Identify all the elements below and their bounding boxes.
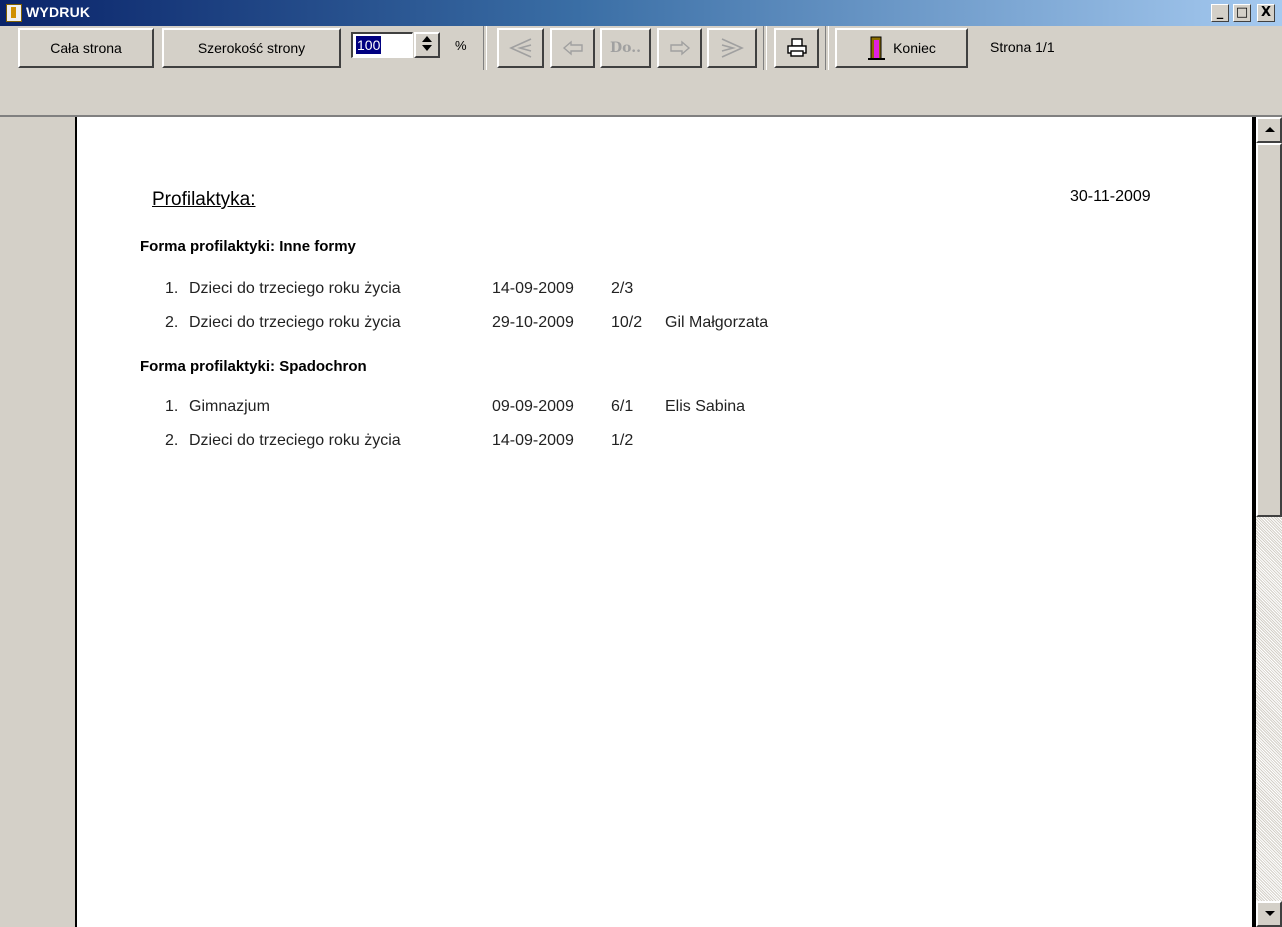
preview-margin bbox=[0, 117, 75, 927]
toolbar-separator bbox=[825, 26, 829, 70]
row-date: 14-09-2009 bbox=[492, 280, 574, 297]
vertical-scrollbar[interactable] bbox=[1256, 117, 1282, 927]
group-heading: Forma profilaktyki: Inne formy bbox=[140, 238, 356, 255]
next-page-button[interactable] bbox=[657, 28, 702, 68]
exit-label: Koniec bbox=[893, 40, 936, 56]
row-code: 6/1 bbox=[611, 398, 634, 415]
row-date: 29-10-2009 bbox=[492, 314, 574, 331]
last-page-icon bbox=[721, 38, 744, 58]
report-title: Profilaktyka: bbox=[152, 189, 256, 210]
print-button[interactable] bbox=[774, 28, 819, 68]
title-bar: WYDRUK _ □ X bbox=[0, 0, 1282, 26]
row-name: Dzieci do trzeciego roku życia bbox=[189, 280, 401, 297]
row-person: Gil Małgorzata bbox=[665, 314, 769, 331]
spin-down-icon[interactable] bbox=[422, 45, 432, 51]
arrow-down-icon bbox=[1265, 911, 1275, 916]
next-page-icon bbox=[669, 40, 690, 56]
close-button[interactable]: X bbox=[1257, 4, 1275, 22]
row-number: 2. bbox=[165, 432, 179, 449]
window-title: WYDRUK bbox=[26, 4, 91, 20]
toolbar: Cała strona Szerokość strony 100 % Do.. bbox=[0, 26, 1282, 117]
prev-page-button[interactable] bbox=[550, 28, 595, 68]
zoom-value: 100 bbox=[356, 36, 382, 54]
arrow-up-icon bbox=[1265, 127, 1275, 132]
goto-page-button[interactable]: Do.. bbox=[600, 28, 651, 68]
spin-up-icon[interactable] bbox=[422, 36, 432, 42]
maximize-button[interactable]: □ bbox=[1233, 4, 1251, 22]
row-code: 10/2 bbox=[611, 314, 643, 331]
last-page-button[interactable] bbox=[707, 28, 757, 68]
print-preview: Profilaktyka: 30-11-2009 Forma profilakt… bbox=[0, 117, 1256, 927]
scroll-down-button[interactable] bbox=[1256, 901, 1282, 927]
row-number: 1. bbox=[165, 398, 179, 415]
row-person: Elis Sabina bbox=[665, 398, 746, 415]
page-status: Strona 1/1 bbox=[990, 39, 1055, 55]
toolbar-separator bbox=[483, 26, 487, 70]
toolbar-separator bbox=[763, 26, 767, 70]
zoom-input[interactable]: 100 bbox=[351, 32, 413, 58]
prev-page-icon bbox=[562, 40, 583, 56]
exit-button[interactable]: Koniec bbox=[835, 28, 968, 68]
row-date: 09-09-2009 bbox=[492, 398, 574, 415]
row-name: Gimnazjum bbox=[189, 398, 270, 415]
row-number: 2. bbox=[165, 314, 179, 331]
first-page-icon bbox=[508, 38, 531, 58]
report-date: 30-11-2009 bbox=[1070, 188, 1151, 205]
row-name: Dzieci do trzeciego roku życia bbox=[189, 432, 401, 449]
row-name: Dzieci do trzeciego roku życia bbox=[189, 314, 401, 331]
scroll-up-button[interactable] bbox=[1256, 117, 1282, 143]
exit-door-icon bbox=[868, 36, 886, 60]
row-date: 14-09-2009 bbox=[492, 432, 574, 449]
preview-page: Profilaktyka: 30-11-2009 Forma profilakt… bbox=[75, 117, 1256, 927]
whole-page-button[interactable]: Cała strona bbox=[18, 28, 154, 68]
row-number: 1. bbox=[165, 280, 179, 297]
row-code: 1/2 bbox=[611, 432, 634, 449]
row-code: 2/3 bbox=[611, 280, 634, 297]
group-heading: Forma profilaktyki: Spadochron bbox=[140, 358, 367, 375]
scrollbar-thumb[interactable] bbox=[1256, 143, 1282, 517]
zoom-unit: % bbox=[455, 38, 467, 53]
printer-icon bbox=[786, 38, 807, 57]
minimize-button[interactable]: _ bbox=[1211, 4, 1229, 22]
first-page-button[interactable] bbox=[497, 28, 544, 68]
book-icon bbox=[6, 4, 22, 22]
zoom-spinner[interactable] bbox=[414, 32, 440, 58]
page-width-button[interactable]: Szerokość strony bbox=[162, 28, 341, 68]
